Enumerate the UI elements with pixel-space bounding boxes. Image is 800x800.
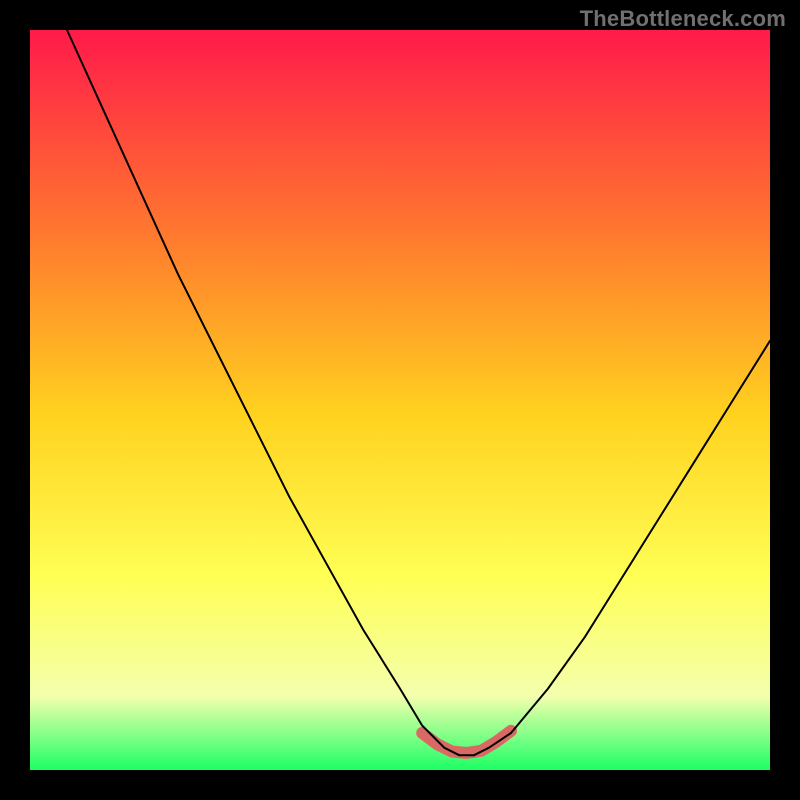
- plot-area: [30, 30, 770, 770]
- chart-frame: TheBottleneck.com: [0, 0, 800, 800]
- watermark-text: TheBottleneck.com: [580, 6, 786, 32]
- plot-svg: [30, 30, 770, 770]
- gradient-background: [30, 30, 770, 770]
